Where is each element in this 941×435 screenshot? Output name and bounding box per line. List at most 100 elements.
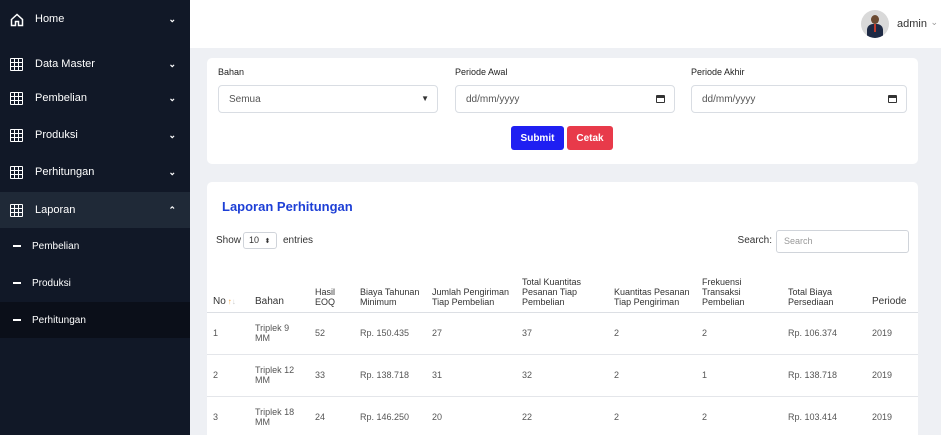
show-label: Show [216,235,242,246]
column-header-periode[interactable]: Periode [866,261,918,313]
chevron-down-icon: ⌄ [168,166,176,177]
report-title: Laporan Perhitungan [222,199,353,214]
cell-total-kuantitas: 22 [516,396,608,435]
sidebar-item-label: Laporan [35,204,76,216]
calendar-icon[interactable] [888,95,897,103]
page-size-select[interactable]: 10 ⬍ [243,232,277,249]
avatar[interactable] [861,10,889,38]
chevron-down-icon: ⌄ [168,58,176,69]
periode-awal-placeholder: dd/mm/yyyy [466,93,520,105]
chevron-down-icon[interactable]: ⌄ [930,17,938,28]
sidebar-item-pembelian[interactable]: Pembelian ⌄ [0,80,190,116]
sidebar-subitem-label: Pembelian [32,240,80,252]
sidebar-item-label: Data Master [35,58,95,70]
chevron-down-icon: ⌄ [168,92,176,103]
report-card: Laporan Perhitungan Show 10 ⬍ entries Se… [207,182,918,435]
cell-kuantitas-pengiriman: 2 [608,354,696,397]
chevron-down-icon: ⌄ [168,13,176,24]
cell-eoq: 33 [309,354,354,397]
sidebar-item-label: Produksi [35,129,78,141]
cell-jumlah-pengiriman: 27 [426,312,516,355]
table-row: 2 Triplek 12 MM 33 Rp. 138.718 31 32 2 1… [207,354,918,397]
top-header: admin ⌄ [190,0,941,48]
cell-biaya-tahunan: Rp. 138.718 [354,354,426,397]
sidebar-item-label: Perhitungan [35,166,95,178]
periode-akhir-label: Periode Akhir [691,67,745,77]
chevron-down-icon: ▼ [421,94,429,103]
calendar-icon[interactable] [656,95,665,103]
cell-no: 3 [207,396,249,435]
sidebar-subitem-label: Produksi [32,277,71,289]
sidebar-subitem-pembelian[interactable]: Pembelian [0,228,190,264]
sidebar-item-perhitungan[interactable]: Perhitungan ⌄ [0,154,190,190]
home-icon [10,12,24,26]
column-header-frekuensi[interactable]: Frekuensi Transaksi Pembelian [696,261,782,313]
cell-bahan: Triplek 12 MM [249,354,309,397]
periode-akhir-input[interactable]: dd/mm/yyyy [691,85,907,113]
cell-eoq: 52 [309,312,354,355]
sidebar-subitem-label: Perhitungan [32,314,86,326]
cell-total-kuantitas: 37 [516,312,608,355]
cell-eoq: 24 [309,396,354,435]
updown-icon: ⬍ [264,238,271,245]
periode-awal-input[interactable]: dd/mm/yyyy [455,85,675,113]
table-header-row: No ↑↓ Bahan Hasil EOQ Biaya Tahunan Minim… [207,261,918,313]
page-size-value: 10 [249,235,260,245]
sidebar-item-produksi[interactable]: Produksi ⌄ [0,117,190,153]
column-header-jumlah-pengiriman[interactable]: Jumlah Pengiriman Tiap Pembelian [426,261,516,313]
cell-frekuensi: 2 [696,312,782,355]
filter-card: Bahan Semua ▼ Periode Awal dd/mm/yyyy Pe… [207,58,918,164]
sidebar-subitem-produksi[interactable]: Produksi [0,265,190,301]
sort-icon[interactable]: ↑↓ [228,297,236,306]
sidebar-subitem-perhitungan[interactable]: Perhitungan [0,302,190,338]
submit-button[interactable]: Submit [511,126,564,150]
table-row: 3 Triplek 18 MM 24 Rp. 146.250 20 22 2 2… [207,396,918,435]
sidebar-item-data-master[interactable]: Data Master ⌄ [0,46,190,82]
cell-no: 2 [207,354,249,397]
grid-icon [10,57,23,71]
cell-kuantitas-pengiriman: 2 [608,312,696,355]
search-input[interactable]: Search [776,230,909,253]
report-table: No ↑↓ Bahan Hasil EOQ Biaya Tahunan Minim… [207,261,918,435]
sidebar: Home ⌄ Data Master ⌄ Pembelian ⌄ Produks… [0,0,190,435]
cell-periode: 2019 [866,396,918,435]
cell-total-biaya: Rp. 138.718 [782,354,866,397]
bahan-select[interactable]: Semua ▼ [218,85,438,113]
cetak-button[interactable]: Cetak [567,126,613,150]
cell-total-kuantitas: 32 [516,354,608,397]
cell-biaya-tahunan: Rp. 146.250 [354,396,426,435]
sidebar-item-label: Home [35,13,65,25]
column-header-total-kuantitas[interactable]: Total Kuantitas Pesanan Tiap Pembelian [516,261,608,313]
cell-total-biaya: Rp. 103.414 [782,396,866,435]
sidebar-item-home[interactable]: Home ⌄ [0,1,190,37]
chevron-up-icon: ⌃ [168,204,176,215]
grid-icon [10,128,23,142]
grid-icon [10,91,23,105]
column-header-total-biaya[interactable]: Total Biaya Persediaan [782,261,866,313]
search-label: Search: [737,235,772,246]
user-name[interactable]: admin [897,18,927,30]
periode-awal-label: Periode Awal [455,67,508,77]
cell-periode: 2019 [866,312,918,355]
bahan-value: Semua [229,93,261,105]
bahan-label: Bahan [218,67,245,77]
cell-jumlah-pengiriman: 31 [426,354,516,397]
sidebar-item-label: Pembelian [35,92,87,104]
column-header-no[interactable]: No ↑↓ [207,261,249,313]
column-header-biaya-tahunan[interactable]: Biaya Tahunan Minimum [354,261,426,313]
column-header-eoq[interactable]: Hasil EOQ [309,261,354,313]
cell-frekuensi: 2 [696,396,782,435]
cell-kuantitas-pengiriman: 2 [608,396,696,435]
cell-total-biaya: Rp. 106.374 [782,312,866,355]
entries-label: entries [283,235,314,246]
sidebar-item-laporan[interactable]: Laporan ⌃ [0,192,190,228]
cell-biaya-tahunan: Rp. 150.435 [354,312,426,355]
column-header-bahan[interactable]: Bahan [249,261,309,313]
column-header-kuantitas-pengiriman[interactable]: Kuantitas Pesanan Tiap Pengiriman [608,261,696,313]
table-row: 1 Triplek 9 MM 52 Rp. 150.435 27 37 2 2 … [207,312,918,355]
dash-icon [13,282,21,284]
cell-bahan: Triplek 18 MM [249,396,309,435]
cell-bahan: Triplek 9 MM [249,312,309,355]
cell-jumlah-pengiriman: 20 [426,396,516,435]
chevron-down-icon: ⌄ [168,129,176,140]
